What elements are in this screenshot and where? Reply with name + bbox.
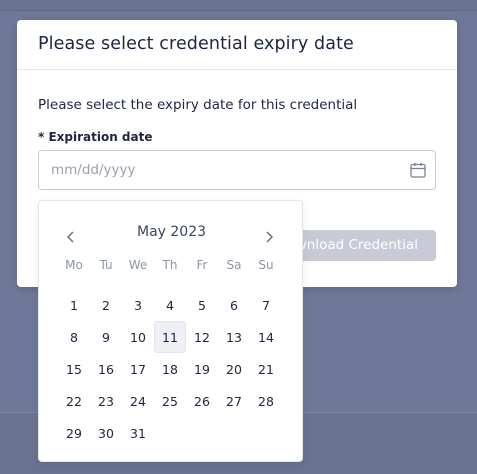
day-cell[interactable]: 3 <box>122 289 154 321</box>
day-cell[interactable]: 10 <box>122 321 154 353</box>
day-cell-empty <box>218 417 250 449</box>
day-cell[interactable]: 18 <box>154 353 186 385</box>
day-cell[interactable]: 19 <box>186 353 218 385</box>
weekday-label: Fr <box>196 258 208 272</box>
day-cell[interactable]: 27 <box>218 385 250 417</box>
backdrop-top <box>0 0 477 11</box>
day-cell-empty <box>250 417 282 449</box>
day-cell[interactable]: 8 <box>58 321 90 353</box>
week-row: 1 2 3 4 5 6 7 <box>58 289 282 321</box>
day-cell[interactable]: 29 <box>58 417 90 449</box>
date-picker-popup: May 2023 Mo Tu We Th Fr Sa Su 1 2 3 4 5 … <box>38 200 303 462</box>
day-cell[interactable]: 23 <box>90 385 122 417</box>
day-cell[interactable]: 7 <box>250 289 282 321</box>
chevron-right-icon[interactable] <box>261 229 277 245</box>
day-cell[interactable]: 28 <box>250 385 282 417</box>
weekday-label: Th <box>162 258 178 272</box>
day-cell[interactable]: 4 <box>154 289 186 321</box>
expiration-date-label: * Expiration date <box>38 130 153 144</box>
calendar-header: May 2023 <box>39 221 304 245</box>
day-cell[interactable]: 9 <box>90 321 122 353</box>
weekday-label: Su <box>258 258 274 272</box>
week-row: 15 16 17 18 19 20 21 <box>58 353 282 385</box>
calendar-grid: Mo Tu We Th Fr Sa Su 1 2 3 4 5 6 7 8 9 1… <box>58 257 282 449</box>
day-cell-today[interactable]: 11 <box>154 321 186 353</box>
day-cell[interactable]: 14 <box>250 321 282 353</box>
modal-body: Please select the expiry date for this c… <box>17 70 457 190</box>
day-cell[interactable]: 25 <box>154 385 186 417</box>
modal-description: Please select the expiry date for this c… <box>38 97 358 113</box>
day-cell-empty <box>154 417 186 449</box>
day-cell[interactable]: 31 <box>122 417 154 449</box>
day-cell[interactable]: 13 <box>218 321 250 353</box>
week-row: 8 9 10 11 12 13 14 <box>58 321 282 353</box>
day-cell[interactable]: 15 <box>58 353 90 385</box>
day-cell[interactable]: 26 <box>186 385 218 417</box>
weekday-label: Sa <box>226 258 242 272</box>
day-cell[interactable]: 1 <box>58 289 90 321</box>
day-cell-empty <box>186 417 218 449</box>
modal-header: Please select credential expiry date <box>17 20 457 70</box>
day-cell[interactable]: 20 <box>218 353 250 385</box>
weekday-label: We <box>128 258 148 272</box>
day-cell[interactable]: 12 <box>186 321 218 353</box>
day-cell[interactable]: 5 <box>186 289 218 321</box>
week-row: 22 23 24 25 26 27 28 <box>58 385 282 417</box>
weekday-row: Mo Tu We Th Fr Sa Su <box>58 257 282 289</box>
modal-title: Please select credential expiry date <box>38 34 354 54</box>
expiration-date-input[interactable] <box>51 162 423 178</box>
week-row: 29 30 31 <box>58 417 282 449</box>
day-cell[interactable]: 2 <box>90 289 122 321</box>
day-cell[interactable]: 16 <box>90 353 122 385</box>
day-cell[interactable]: 6 <box>218 289 250 321</box>
calendar-icon[interactable] <box>409 161 427 179</box>
day-cell[interactable]: 21 <box>250 353 282 385</box>
weekday-label: Mo <box>65 258 83 272</box>
day-cell[interactable]: 24 <box>122 385 154 417</box>
weekday-label: Tu <box>99 258 113 272</box>
expiration-date-field[interactable] <box>38 150 436 190</box>
day-cell[interactable]: 22 <box>58 385 90 417</box>
day-cell[interactable]: 17 <box>122 353 154 385</box>
day-cell[interactable]: 30 <box>90 417 122 449</box>
